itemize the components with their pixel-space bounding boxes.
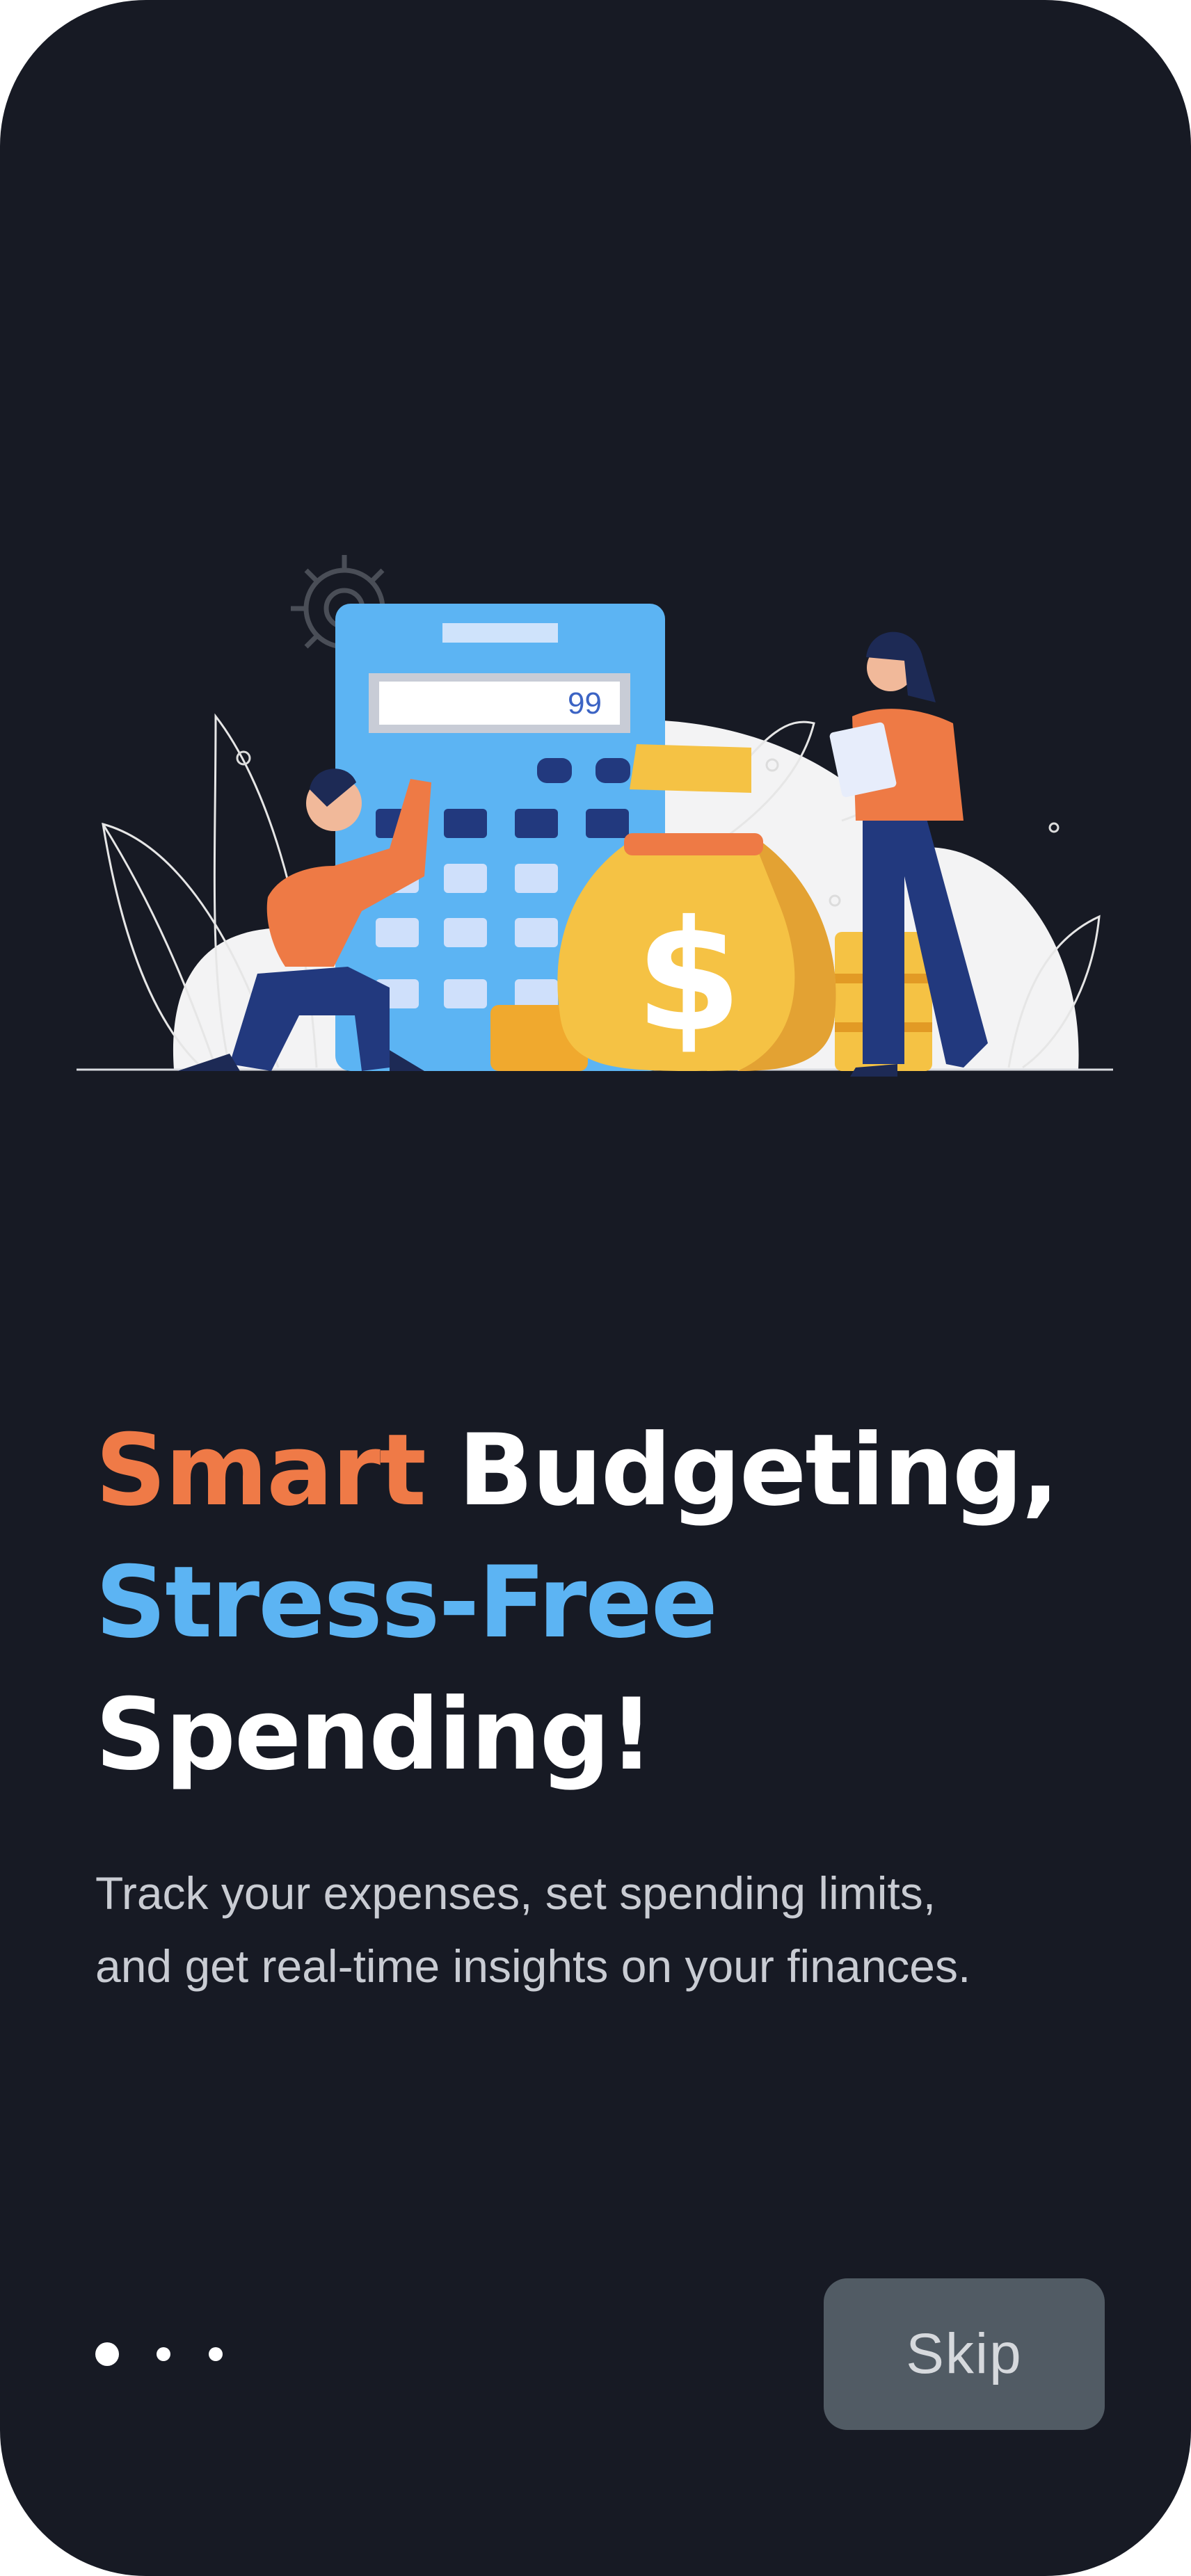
budgeting-illustration: 99 $ [77,555,1113,1077]
pagination-dot-active[interactable] [95,2342,119,2366]
headline-smart: Smart [95,1413,426,1528]
headline-spending: Spending! [95,1677,654,1792]
pagination-dots [95,2337,248,2370]
pagination-dot[interactable] [209,2347,223,2361]
pagination-dot[interactable] [157,2347,170,2361]
subtitle-line-1: Track your expenses, set spending limits… [95,1867,936,1919]
headline-stress-free: Stress-Free [95,1545,718,1660]
skip-button[interactable]: Skip [824,2278,1105,2430]
calculator-display-text: 99 [568,686,602,721]
headline-budgeting: Budgeting, [458,1413,1059,1528]
subtitle: Track your expenses, set spending limits… [95,1857,1111,2003]
headline: Smart Budgeting, Stress-Free Spending! [95,1405,1111,1801]
onboarding-screen: 99 $ Smart Budgeting, Stress-Free Spendi… [0,0,1191,2576]
subtitle-line-2: and get real-time insights on your finan… [95,1940,971,1992]
dollar-sign-icon: $ [635,887,742,1065]
